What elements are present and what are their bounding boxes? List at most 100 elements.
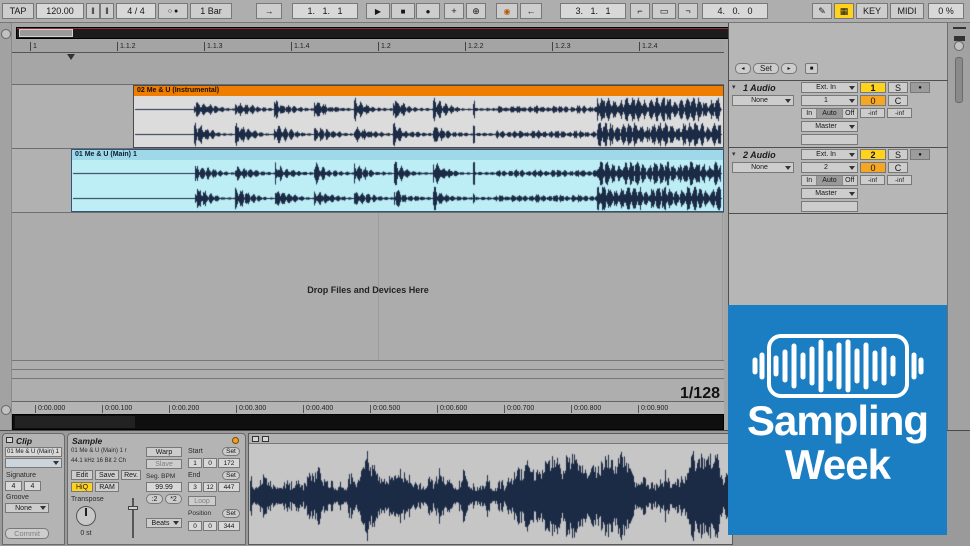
loop-start-display[interactable]: 3. 1. 1 (560, 3, 626, 19)
hiq-button[interactable]: HiQ (71, 482, 93, 492)
start-bar-value[interactable]: 1 (188, 458, 202, 468)
double-tempo-button[interactable]: *2 (165, 494, 182, 504)
volume-meter-value[interactable]: -inf (887, 175, 912, 185)
volume-meter-value[interactable]: -inf (860, 108, 885, 118)
sample-waveform-canvas[interactable] (249, 444, 732, 544)
end-bar-value[interactable]: 3 (188, 482, 202, 492)
vertical-scrollbar[interactable] (955, 57, 963, 103)
monitor-off-option[interactable]: Off (841, 109, 857, 118)
track-name[interactable]: 1 Audio (743, 83, 776, 93)
audio-to-select[interactable]: Master (801, 121, 858, 132)
input-channel-select[interactable]: 2 (801, 162, 858, 173)
quantization-select[interactable]: 1 Bar (190, 3, 232, 19)
track-lane-2[interactable]: 01 Me & U (Main) 1 (12, 148, 724, 212)
horizontal-scrollbar[interactable] (12, 414, 724, 430)
scroll-up-button[interactable] (954, 41, 964, 51)
zoom-back-button[interactable] (1, 405, 11, 415)
monitor-switch[interactable]: In Auto Off (801, 175, 858, 186)
position-sub-value[interactable]: 344 (218, 521, 240, 531)
signature-denominator[interactable]: 4 (24, 481, 41, 491)
set-end-button[interactable]: Set (222, 471, 240, 480)
loop-length-display[interactable]: 4. 0. 0 (702, 3, 768, 19)
record-button[interactable]: ● (416, 3, 440, 19)
reverse-button[interactable]: Rev. (121, 470, 141, 480)
transpose-value[interactable]: 0 st (74, 530, 98, 537)
clip-title-bar[interactable]: 01 Me & U (Main) 1 (72, 150, 723, 160)
track-activator-button[interactable]: 1 (860, 82, 886, 93)
new-button[interactable]: + (444, 3, 464, 19)
monitor-switch[interactable]: In Auto Off (801, 108, 858, 119)
computer-midi-keyboard-button[interactable]: ▦ (834, 3, 854, 19)
track-fold-icon[interactable]: ▾ (732, 83, 736, 91)
set-locator-button[interactable]: Set (753, 63, 779, 74)
transpose-knob[interactable] (76, 506, 96, 526)
loop-button[interactable]: Loop (188, 496, 216, 506)
beat-time-ruler[interactable]: 1 1.1.2 1.1.3 1.1.4 1.2 1.2.2 1.2.3 1.2.… (12, 40, 724, 53)
arm-record-button[interactable]: ● (910, 149, 930, 160)
monitor-auto-option[interactable]: Auto (816, 176, 842, 185)
set-start-button[interactable]: Set (222, 447, 240, 456)
volume-meter-value[interactable]: -inf (887, 108, 912, 118)
ram-button[interactable]: RAM (95, 482, 119, 492)
warp-button[interactable]: Warp (146, 447, 182, 457)
arm-record-button[interactable]: ● (910, 82, 930, 93)
volume-meter-value[interactable]: -inf (860, 175, 885, 185)
clip-title-bar[interactable]: 02 Me & U (Instrumental) (134, 86, 723, 96)
start-beat-value[interactable]: 0 (203, 458, 217, 468)
punch-out-button[interactable]: ¬ (678, 3, 698, 19)
audio-from-select[interactable]: Ext. In (801, 82, 858, 93)
audio-to-select[interactable]: Master (801, 188, 858, 199)
detune-slider[interactable] (128, 498, 138, 538)
clip-color-select[interactable] (5, 458, 62, 468)
track-activator-button[interactable]: 2 (860, 149, 886, 160)
crossfade-assign-button[interactable]: C (888, 95, 908, 106)
midi-map-button[interactable]: MIDI (890, 3, 924, 19)
tap-tempo-button[interactable]: TAP (2, 3, 34, 19)
collapsed-lane[interactable] (12, 360, 724, 369)
play-button[interactable]: ▶ (366, 3, 390, 19)
track-lane-1[interactable]: 02 Me & U (Instrumental) (12, 84, 724, 148)
clip-color-icon[interactable] (6, 437, 13, 443)
edit-button[interactable]: Edit (71, 470, 93, 480)
pan-value[interactable]: 0 (860, 162, 886, 173)
solo-button[interactable]: S (888, 82, 908, 93)
follow-button[interactable]: → (256, 3, 282, 19)
position-beat-value[interactable]: 0 (203, 521, 217, 531)
punch-in-button[interactable]: ⌐ (630, 3, 650, 19)
track-name[interactable]: 2 Audio (743, 150, 776, 160)
arrangement-position-display[interactable]: 1. 1. 1 (292, 3, 358, 19)
stop-button[interactable]: ■ (391, 3, 415, 19)
half-tempo-button[interactable]: :2 (146, 494, 163, 504)
monitor-auto-option[interactable]: Auto (816, 109, 842, 118)
nudge-down-button[interactable]: ‖ (86, 3, 100, 19)
set-position-button[interactable]: Set (222, 509, 240, 518)
overdub-button[interactable]: ⊕ (466, 3, 486, 19)
stop-all-clips-button[interactable]: ■ (805, 63, 818, 74)
collapsed-lane[interactable] (12, 369, 724, 378)
panel-options-icon[interactable] (232, 437, 239, 444)
automation-arm-button[interactable]: ◉ (496, 3, 518, 19)
scrollbar-handle[interactable] (15, 416, 135, 428)
save-button[interactable]: Save (95, 470, 119, 480)
signature-numerator[interactable]: 4 (5, 481, 22, 491)
loop-switch-button[interactable]: ▭ (652, 3, 676, 19)
track-fold-icon[interactable]: ▾ (732, 150, 736, 158)
audio-clip-main[interactable]: 01 Me & U (Main) 1 (71, 149, 724, 212)
overview-toggle-icon[interactable] (953, 27, 966, 36)
nudge-up-button[interactable]: ‖ (100, 3, 114, 19)
insert-marker-icon[interactable] (67, 54, 75, 64)
time-ruler[interactable]: 0:00.000 0:00.100 0:00.200 0:00.300 0:00… (12, 401, 724, 414)
end-sub-value[interactable]: 447 (218, 482, 240, 492)
metronome-button[interactable]: ○ ● (158, 3, 188, 19)
output-routing-select[interactable]: None (732, 162, 794, 173)
draw-mode-button[interactable]: ✎ (812, 3, 832, 19)
position-bar-value[interactable]: 0 (188, 521, 202, 531)
back-to-arrangement-button[interactable]: ← (520, 3, 542, 19)
monitor-in-option[interactable]: In (802, 109, 816, 118)
seg-bpm-value[interactable]: 99.99 (146, 482, 182, 492)
scroll-left-button[interactable] (1, 29, 11, 39)
key-map-button[interactable]: KEY (856, 3, 888, 19)
sample-editor-panel[interactable] (248, 433, 733, 545)
end-beat-value[interactable]: 12 (203, 482, 217, 492)
solo-button[interactable]: S (888, 149, 908, 160)
